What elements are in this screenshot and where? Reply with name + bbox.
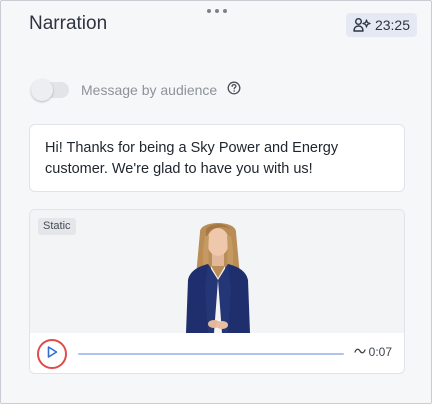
audience-toggle-row: Message by audience	[31, 79, 241, 101]
video-preview-card: Static 0:07	[29, 209, 405, 374]
panel-title: Narration	[29, 13, 108, 34]
video-preview[interactable]: Static	[30, 210, 404, 333]
video-time: 0:07	[368, 345, 392, 359]
video-duration: 0:07	[353, 345, 392, 359]
progress-bar[interactable]	[78, 353, 344, 355]
user-sparkle-icon	[353, 17, 371, 33]
narration-message[interactable]: Hi! Thanks for being a Sky Power and Ene…	[29, 124, 405, 192]
play-button[interactable]	[37, 339, 67, 369]
audience-toggle[interactable]	[31, 79, 69, 101]
question-circle-icon[interactable]	[227, 81, 241, 100]
audience-toggle-label: Message by audience	[81, 82, 218, 98]
presenter-avatar	[186, 223, 250, 333]
drag-handle-icon[interactable]	[207, 7, 227, 15]
tilde-approx-icon	[353, 345, 366, 359]
narration-panel: Narration 23:25 Message by audience Hi! …	[0, 0, 432, 404]
play-icon	[45, 345, 59, 364]
duration-value: 23:25	[374, 17, 410, 33]
static-badge: Static	[38, 218, 76, 235]
video-controls: 0:07	[30, 333, 404, 373]
duration-chip[interactable]: 23:25	[345, 13, 417, 37]
